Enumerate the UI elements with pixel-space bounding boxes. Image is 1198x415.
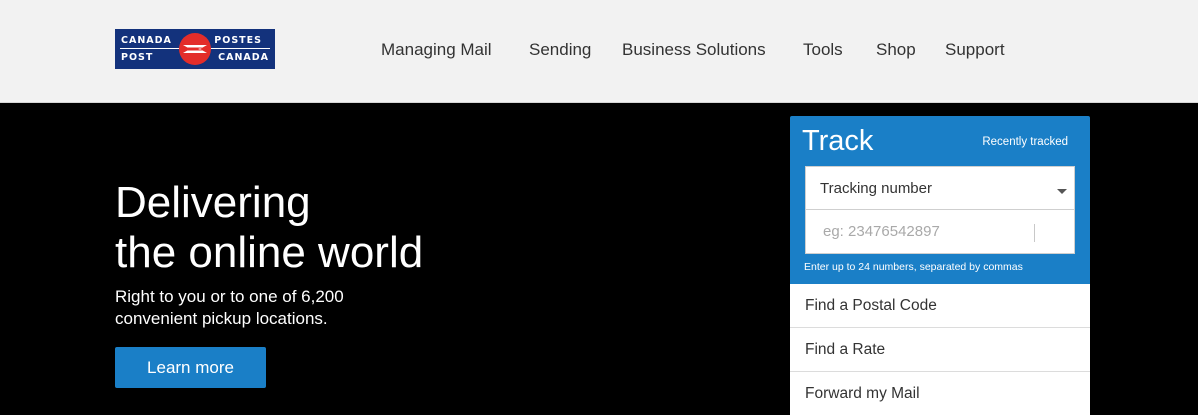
site-header: CANADA POST POSTES CANADA Managing Mail … <box>0 0 1198 103</box>
quick-links: Find a Postal Code Find a Rate Forward m… <box>790 284 1090 415</box>
nav-support[interactable]: Support <box>945 38 1005 62</box>
nav-managing-mail[interactable]: Managing Mail <box>381 38 492 62</box>
nav-business-solutions[interactable]: Business Solutions <box>622 38 766 62</box>
recently-tracked-link[interactable]: Recently tracked <box>982 136 1068 148</box>
logo-text-canada-fr: CANADA <box>218 52 269 63</box>
hero-title: Delivering the online world <box>115 178 423 278</box>
hero-title-line-2: the online world <box>115 228 424 277</box>
canada-post-emblem-icon <box>179 33 211 65</box>
forward-mail-link[interactable]: Forward my Mail <box>790 372 1090 415</box>
nav-shop[interactable]: Shop <box>876 38 916 62</box>
tracking-hint: Enter up to 24 numbers, separated by com… <box>804 261 1023 273</box>
tracking-type-select[interactable]: Tracking number <box>805 166 1075 210</box>
learn-more-button[interactable]: Learn more <box>115 347 266 388</box>
track-title: Track <box>802 125 874 157</box>
hero-title-line-1: Delivering <box>115 178 311 227</box>
hero-subtitle: Right to you or to one of 6,200 convenie… <box>115 287 344 328</box>
tracking-type-value: Tracking number <box>820 180 932 197</box>
find-postal-code-link[interactable]: Find a Postal Code <box>790 284 1090 328</box>
input-divider <box>1034 224 1035 242</box>
track-panel: Track Recently tracked Tracking number E… <box>790 116 1090 284</box>
logo-text-post: POST <box>121 52 154 63</box>
canada-post-logo[interactable]: CANADA POST POSTES CANADA <box>115 29 275 69</box>
logo-text-canada: CANADA <box>121 35 172 46</box>
nav-tools[interactable]: Tools <box>803 38 843 62</box>
find-rate-link[interactable]: Find a Rate <box>790 328 1090 372</box>
nav-sending[interactable]: Sending <box>529 38 591 62</box>
logo-text-postes: POSTES <box>214 35 262 46</box>
logo-divider-right <box>208 48 270 49</box>
chevron-down-icon <box>1057 189 1067 194</box>
logo-divider-left <box>120 48 182 49</box>
